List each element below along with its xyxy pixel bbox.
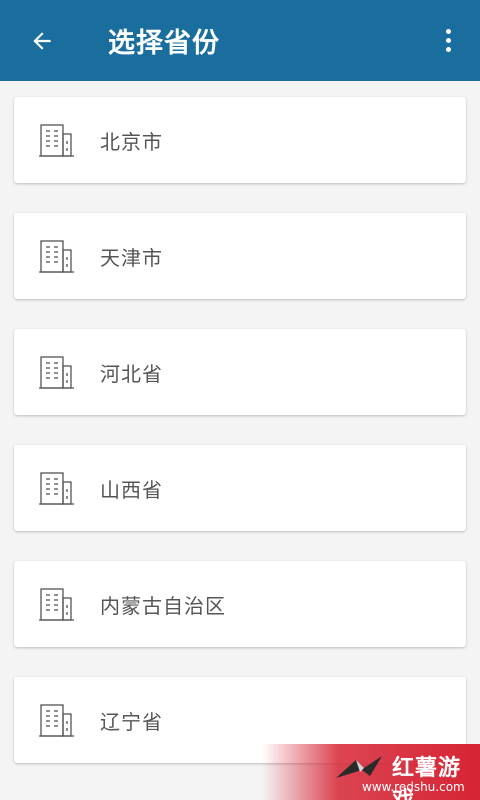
- back-button[interactable]: [0, 0, 84, 81]
- more-options-button[interactable]: [430, 22, 466, 58]
- province-label: 内蒙古自治区: [100, 593, 226, 618]
- arrow-left-icon: [33, 31, 51, 50]
- province-label: 北京市: [100, 129, 163, 154]
- province-item[interactable]: 北京市: [14, 97, 466, 183]
- app-bar: 选择省份: [0, 0, 480, 81]
- building-icon: [14, 213, 100, 299]
- building-icon: [14, 677, 100, 763]
- redshu-logo-icon: [336, 756, 382, 778]
- more-vert-icon: [445, 28, 451, 52]
- province-label: 河北省: [100, 361, 163, 386]
- building-icon: [14, 97, 100, 183]
- province-item[interactable]: 内蒙古自治区: [14, 561, 466, 647]
- province-list: 北京市 天津市 河北省 山西省 内蒙古自治区 辽宁省: [14, 97, 466, 793]
- watermark-badge: 红薯游戏 www.redshu.com: [262, 744, 480, 800]
- building-icon: [14, 329, 100, 415]
- building-icon: [14, 445, 100, 531]
- province-label: 山西省: [100, 477, 163, 502]
- province-item[interactable]: 山西省: [14, 445, 466, 531]
- province-item[interactable]: 天津市: [14, 213, 466, 299]
- watermark-url: www.redshu.com: [362, 780, 465, 794]
- province-label: 天津市: [100, 245, 163, 270]
- page-title: 选择省份: [108, 28, 220, 59]
- province-label: 辽宁省: [100, 709, 163, 734]
- building-icon: [14, 561, 100, 647]
- province-item[interactable]: 河北省: [14, 329, 466, 415]
